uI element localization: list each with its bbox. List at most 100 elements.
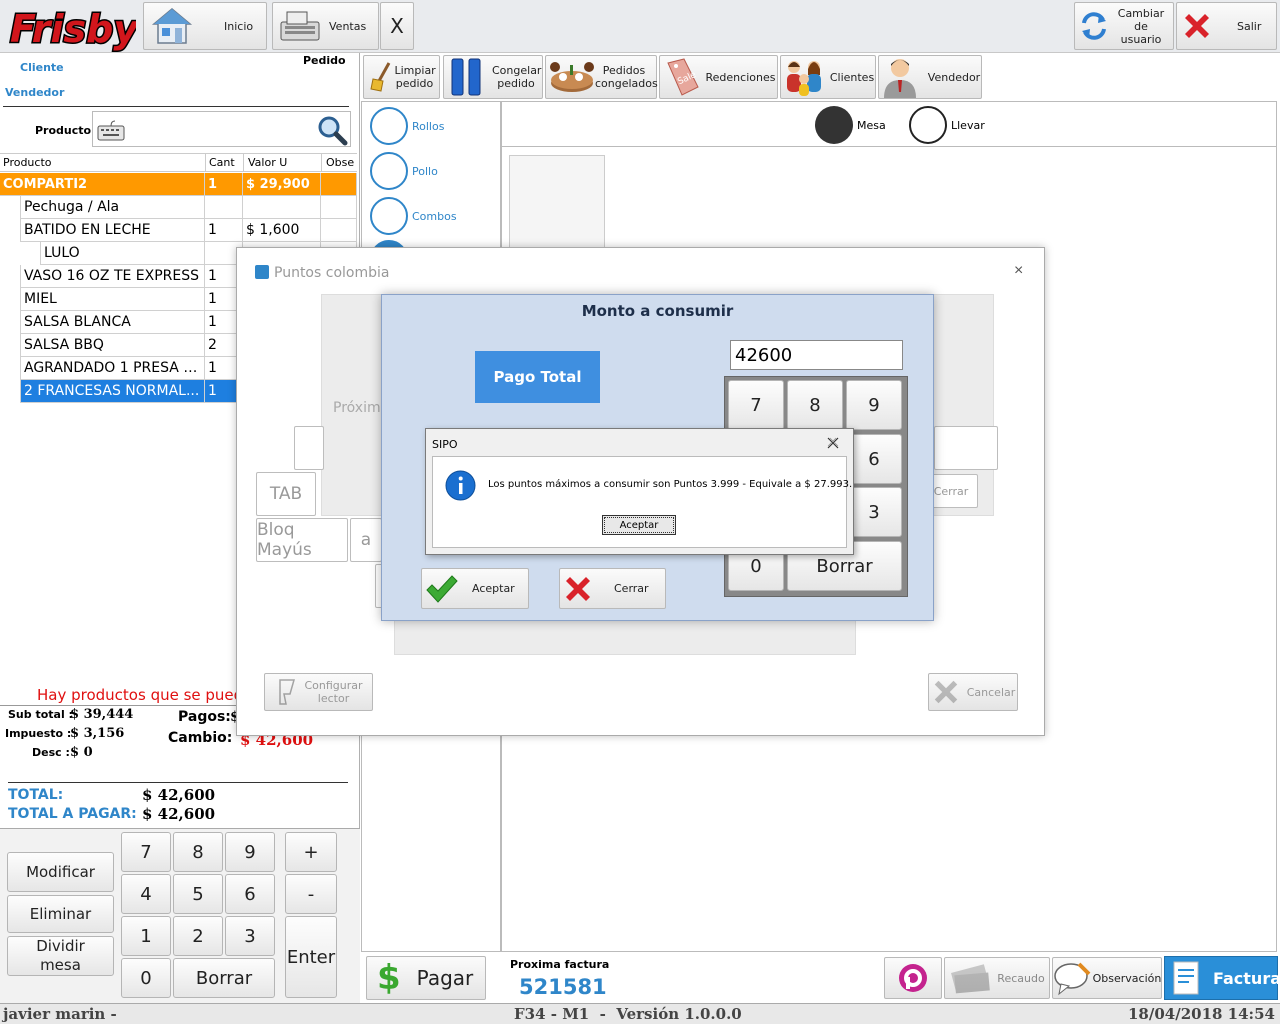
key-6[interactable]: 6	[225, 874, 275, 914]
monto-key-9[interactable]: 9	[846, 380, 902, 430]
cell-producto: 2 FRANCESAS NORMAL...	[20, 380, 205, 403]
mesa-label[interactable]: Mesa	[857, 119, 886, 132]
total-pagar-label: TOTAL A PAGAR:	[8, 806, 137, 822]
monto-key-3[interactable]: 3	[846, 487, 902, 537]
cell-producto: LULO	[40, 242, 205, 265]
monto-key-8[interactable]: 8	[787, 380, 843, 430]
mesa-radio[interactable]	[815, 106, 853, 144]
llevar-label[interactable]: Llevar	[951, 119, 985, 132]
pedidos-congelados-button[interactable]: Pedidos congelados	[545, 55, 658, 99]
key-1[interactable]: 1	[121, 916, 171, 956]
pagos-label: Pagos:	[178, 709, 231, 725]
producto-search-box[interactable]	[92, 111, 351, 147]
col-valor[interactable]: Valor U	[248, 156, 287, 169]
indent-spacer	[0, 380, 20, 403]
puntos-close-button[interactable]: ×	[1014, 262, 1023, 280]
monto-key-6[interactable]: 6	[846, 434, 902, 484]
cell-valor	[243, 196, 321, 219]
indent-spacer	[0, 311, 20, 334]
redenciones-button[interactable]: Sale Redenciones	[659, 55, 778, 99]
producto-label: Producto	[35, 124, 92, 137]
key-3[interactable]: 3	[225, 916, 275, 956]
sipo-title: SIPO	[432, 438, 458, 451]
cambiar-usuario-label: Cambiar de usuario	[1117, 6, 1165, 46]
cell-producto: COMPARTI2	[0, 173, 205, 196]
clientes-button[interactable]: Clientes	[780, 55, 876, 99]
close-tab-button[interactable]: X	[380, 2, 414, 50]
table-row[interactable]: Pechuga / Ala	[0, 196, 357, 219]
rollos-category-circle[interactable]	[370, 107, 408, 145]
product-tile[interactable]	[509, 155, 605, 255]
key-5[interactable]: 5	[173, 874, 223, 914]
cell-obse	[321, 173, 357, 196]
ventas-button[interactable]: Ventas	[272, 2, 379, 50]
key-2[interactable]: 2	[173, 916, 223, 956]
key-0[interactable]: 0	[121, 958, 171, 998]
table-row[interactable]: BATIDO EN LECHE 1 $ 1,600	[0, 219, 357, 242]
dollar-icon: $	[377, 957, 401, 998]
minus-button[interactable]: -	[285, 874, 337, 914]
combos-category-label[interactable]: Combos	[412, 210, 457, 223]
rollos-category-label[interactable]: Rollos	[412, 120, 444, 133]
desc-value: $ 0	[70, 745, 93, 760]
key-9[interactable]: 9	[225, 832, 275, 872]
puntos-logo-icon	[255, 265, 269, 279]
pollo-category-label[interactable]: Pollo	[412, 165, 438, 178]
congelar-pedido-button[interactable]: Congelar pedido	[443, 55, 543, 99]
enter-button[interactable]: Enter	[285, 916, 337, 998]
search-icon[interactable]	[316, 114, 348, 146]
llevar-radio[interactable]	[909, 106, 947, 144]
pagar-button[interactable]: $ Pagar	[366, 956, 486, 1000]
impuesto-value: $ 3,156	[70, 726, 125, 741]
keyboard-icon[interactable]	[97, 118, 125, 142]
indent-spacer	[0, 242, 40, 265]
modificar-button[interactable]: Modificar	[7, 852, 114, 892]
configurar-lector-button[interactable]: Configurar lector	[264, 673, 373, 711]
observacion-button[interactable]: Observación	[1052, 957, 1162, 999]
col-sep	[243, 154, 244, 172]
col-cant[interactable]: Cant	[209, 156, 235, 169]
subtotal-value: $ 39,444	[70, 707, 134, 722]
close-icon	[562, 573, 594, 605]
plus-button[interactable]: +	[285, 832, 337, 872]
status-user: javier marin -	[3, 1005, 117, 1023]
salir-button[interactable]: Salir	[1176, 2, 1277, 50]
cell-obse	[321, 219, 357, 242]
borrar-button[interactable]: Borrar	[173, 958, 275, 998]
key-4[interactable]: 4	[121, 874, 171, 914]
order-type-bar	[502, 102, 1276, 147]
col-producto[interactable]: Producto	[3, 156, 52, 169]
col-obse[interactable]: Obse	[326, 156, 354, 169]
limpiar-pedido-button[interactable]: Limpiar pedido	[363, 55, 440, 99]
monto-input[interactable]: 42600	[730, 340, 903, 370]
monto-key-7[interactable]: 7	[728, 380, 784, 430]
pago-total-button[interactable]: Pago Total	[475, 351, 600, 403]
sipo-aceptar-button[interactable]: Aceptar	[602, 515, 676, 535]
vendedor-button[interactable]: Vendedor	[878, 55, 982, 99]
broom-icon	[369, 61, 395, 93]
eliminar-button[interactable]: Eliminar	[7, 895, 114, 933]
inicio-button[interactable]: Inicio	[143, 2, 267, 50]
pollo-category-circle[interactable]	[370, 152, 408, 190]
dividir-mesa-button[interactable]: Dividir mesa	[7, 936, 114, 976]
proxima-factura-number: 521581	[519, 975, 607, 999]
cash-register-icon	[277, 8, 323, 44]
col-sep	[321, 154, 322, 172]
monto-cerrar-button[interactable]: Cerrar	[559, 568, 666, 609]
recaudo-button[interactable]: Recaudo	[944, 957, 1050, 999]
cambiar-usuario-button[interactable]: Cambiar de usuario	[1074, 2, 1174, 50]
monto-aceptar-button[interactable]: Aceptar	[421, 568, 529, 609]
cell-producto: Pechuga / Ala	[20, 196, 205, 219]
cell-valor: $ 1,600	[243, 219, 321, 242]
sale-tag-icon: Sale	[662, 57, 702, 97]
p-app-button[interactable]	[884, 957, 942, 999]
key-8[interactable]: 8	[173, 832, 223, 872]
combos-category-circle[interactable]	[370, 197, 408, 235]
bloq-mayus-key: Bloq Mayús	[256, 518, 348, 562]
cancelar-button[interactable]: Cancelar	[928, 673, 1018, 711]
monto-cerrar-label: Cerrar	[614, 582, 649, 595]
sipo-close-icon[interactable]	[826, 436, 840, 450]
key-7[interactable]: 7	[121, 832, 171, 872]
facturar-button[interactable]: Facturar	[1164, 956, 1280, 1000]
table-row[interactable]: COMPARTI2 1 $ 29,900	[0, 173, 357, 196]
